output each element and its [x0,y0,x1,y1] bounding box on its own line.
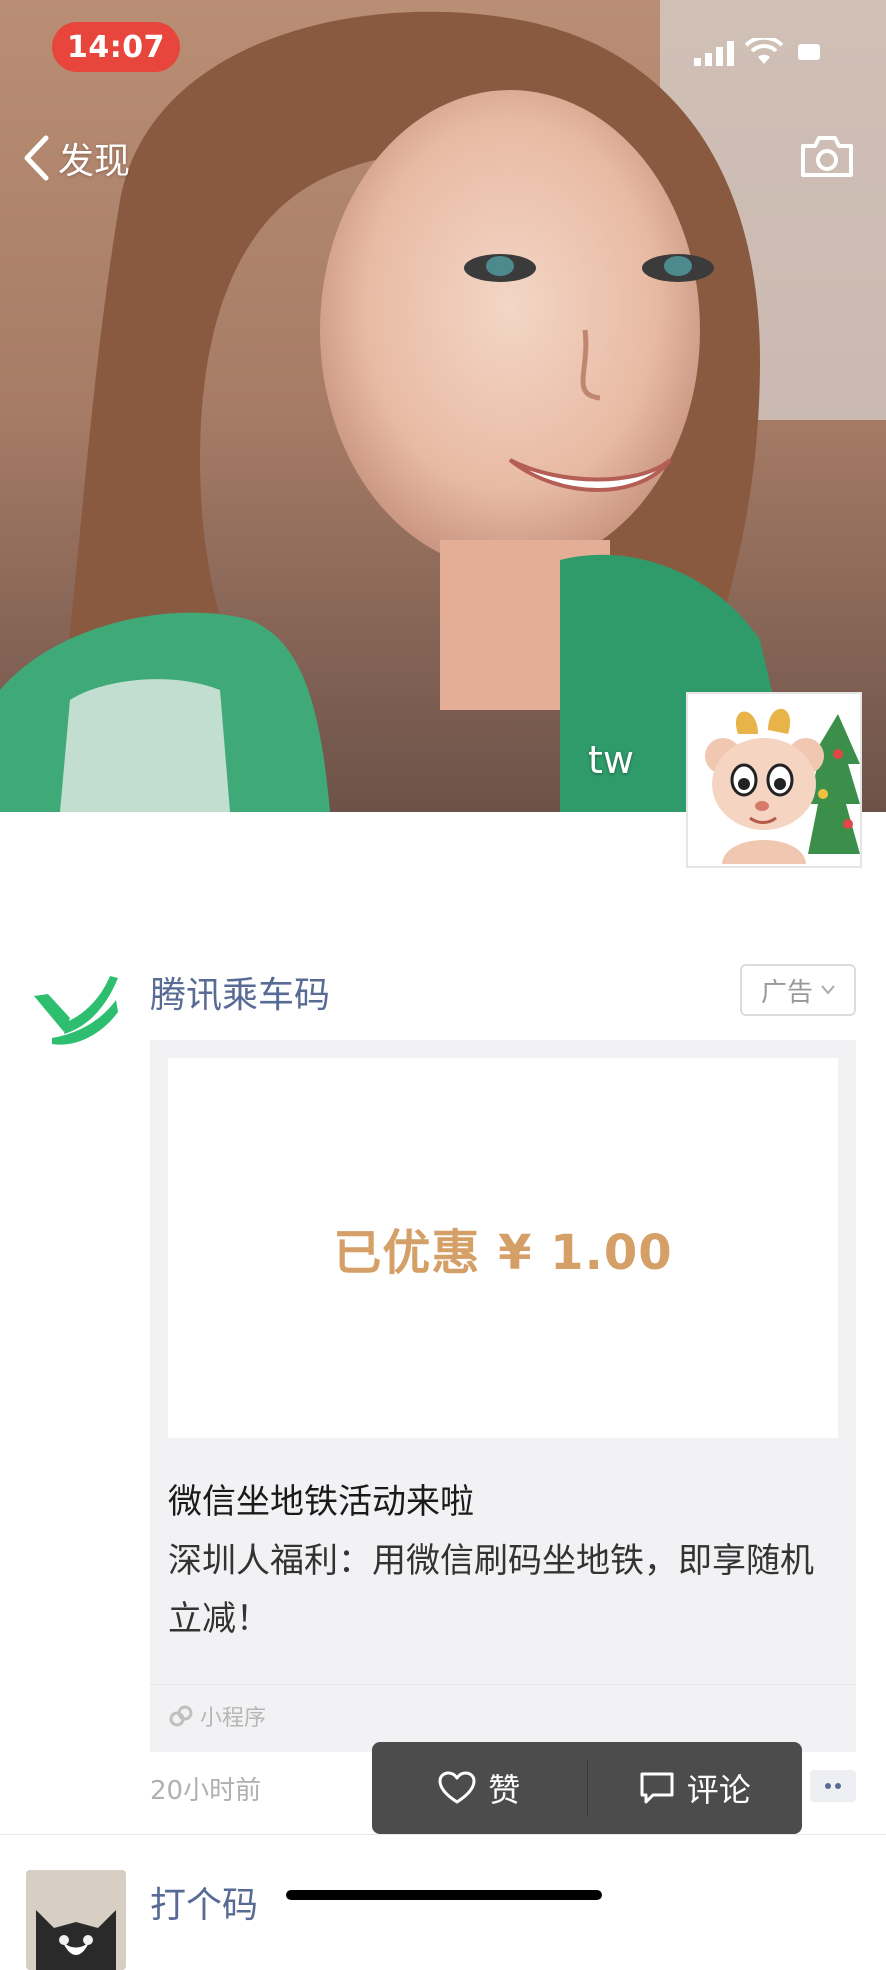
ad-card-banner[interactable]: 已优惠 ¥ 1.00 [168,1058,838,1438]
cover-username: tw [588,738,634,782]
cover-photo[interactable] [0,0,886,812]
signal-icon [694,41,734,66]
heart-icon [438,1771,476,1804]
more-actions-button[interactable] [810,1770,856,1802]
mini-program-text: 小程序 [200,1706,267,1731]
post-timestamp: 20小时前 [150,1776,262,1806]
status-bar-time: 14:07 [52,22,180,72]
discount-text: 已优惠 ¥ 1.00 [333,1225,673,1281]
mini-program-icon [169,1705,193,1727]
like-button[interactable]: 赞 [372,1742,587,1834]
post-separator [0,1834,886,1835]
chevron-down-icon [821,985,835,995]
cat-avatar-icon [26,1870,126,1970]
back-label: 发现 [58,141,131,182]
cover-photo-illustration [0,0,886,812]
like-comment-popup: 赞 评论 [372,1742,802,1834]
mini-program-label: 小程序 [168,1700,266,1732]
ad-description: 深圳人福利：用微信刷码坐地铁，即享随机立减！ [168,1541,814,1639]
battery-icon [798,44,820,60]
wifi-icon [745,38,783,64]
comment-icon [640,1772,674,1804]
comment-button[interactable]: 评论 [588,1742,803,1834]
camera-icon[interactable] [800,134,854,178]
cartoon-mouse-avatar-icon [688,694,860,866]
ad-title: 微信坐地铁活动来啦 [168,1482,474,1522]
back-button[interactable]: 发现 [22,128,130,188]
ad-badge-button[interactable]: 广告 [740,964,856,1016]
dot-icon [825,1783,831,1789]
like-label: 赞 [488,1771,521,1809]
profile-avatar[interactable] [686,692,862,868]
tencent-ride-code-logo-icon[interactable] [30,972,122,1052]
dot-icon [835,1783,841,1789]
home-indicator[interactable] [286,1890,602,1900]
ad-badge-label: 广告 [760,977,813,1008]
next-post-name[interactable]: 打个码 [150,1876,258,1928]
brand-name-link[interactable]: 腾讯乘车码 [150,966,330,1018]
chevron-left-icon [24,135,49,181]
comment-label: 评论 [686,1771,751,1809]
next-post-avatar[interactable] [26,1870,126,1970]
ad-card-divider [150,1684,856,1685]
